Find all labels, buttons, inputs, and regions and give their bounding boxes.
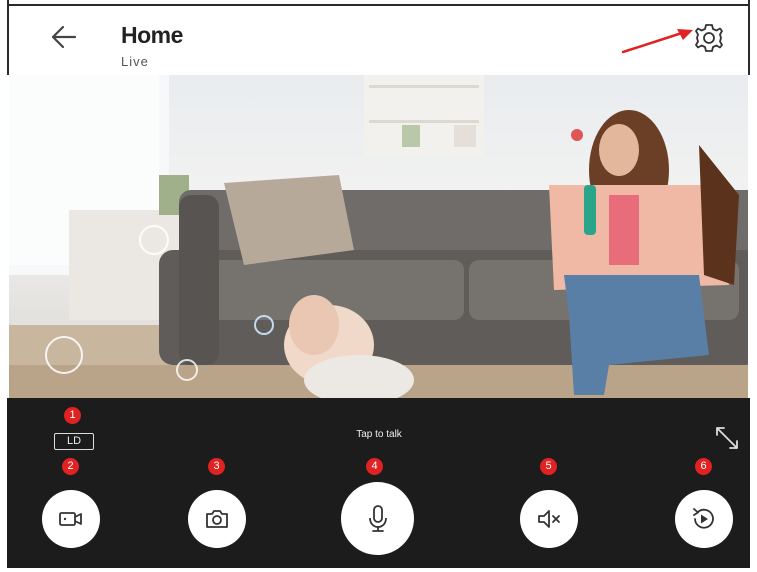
gear-icon — [695, 24, 723, 52]
expand-icon — [716, 427, 738, 449]
live-status-label: Live — [121, 54, 149, 69]
video-camera-icon — [59, 512, 82, 526]
playback-button[interactable] — [675, 490, 733, 548]
replay-icon — [693, 508, 714, 529]
video-quality-button[interactable]: LD — [54, 433, 94, 450]
talk-button[interactable] — [341, 482, 414, 555]
microphone-icon — [368, 504, 387, 532]
annotation-badge-1: 1 — [64, 407, 81, 424]
arrow-left-icon — [51, 25, 77, 49]
annotation-badge-2: 2 — [62, 458, 79, 475]
snapshot-button[interactable] — [188, 490, 246, 548]
live-video-feed[interactable] — [9, 75, 748, 398]
back-button[interactable] — [47, 20, 81, 54]
record-button[interactable] — [42, 490, 100, 548]
camera-icon — [206, 510, 228, 528]
frame-right-border — [748, 0, 750, 75]
bottom-border — [7, 568, 750, 572]
annotation-arrow-icon — [621, 29, 693, 54]
mute-button[interactable] — [520, 490, 578, 548]
annotation-badge-3: 3 — [208, 458, 225, 475]
annotation-badge-5: 5 — [540, 458, 557, 475]
page-title: Home — [121, 22, 183, 48]
controls-panel: 1 LD Tap to talk 2 3 4 5 6 — [7, 398, 750, 568]
fullscreen-button[interactable] — [713, 424, 741, 452]
annotation-badge-4: 4 — [366, 458, 383, 475]
speaker-muted-icon — [538, 510, 560, 528]
tap-to-talk-label: Tap to talk — [356, 429, 402, 440]
annotation-badge-6: 6 — [695, 458, 712, 475]
settings-button[interactable] — [689, 18, 729, 58]
video-scene-image — [9, 75, 748, 398]
app-header: Home Live — [9, 6, 748, 75]
